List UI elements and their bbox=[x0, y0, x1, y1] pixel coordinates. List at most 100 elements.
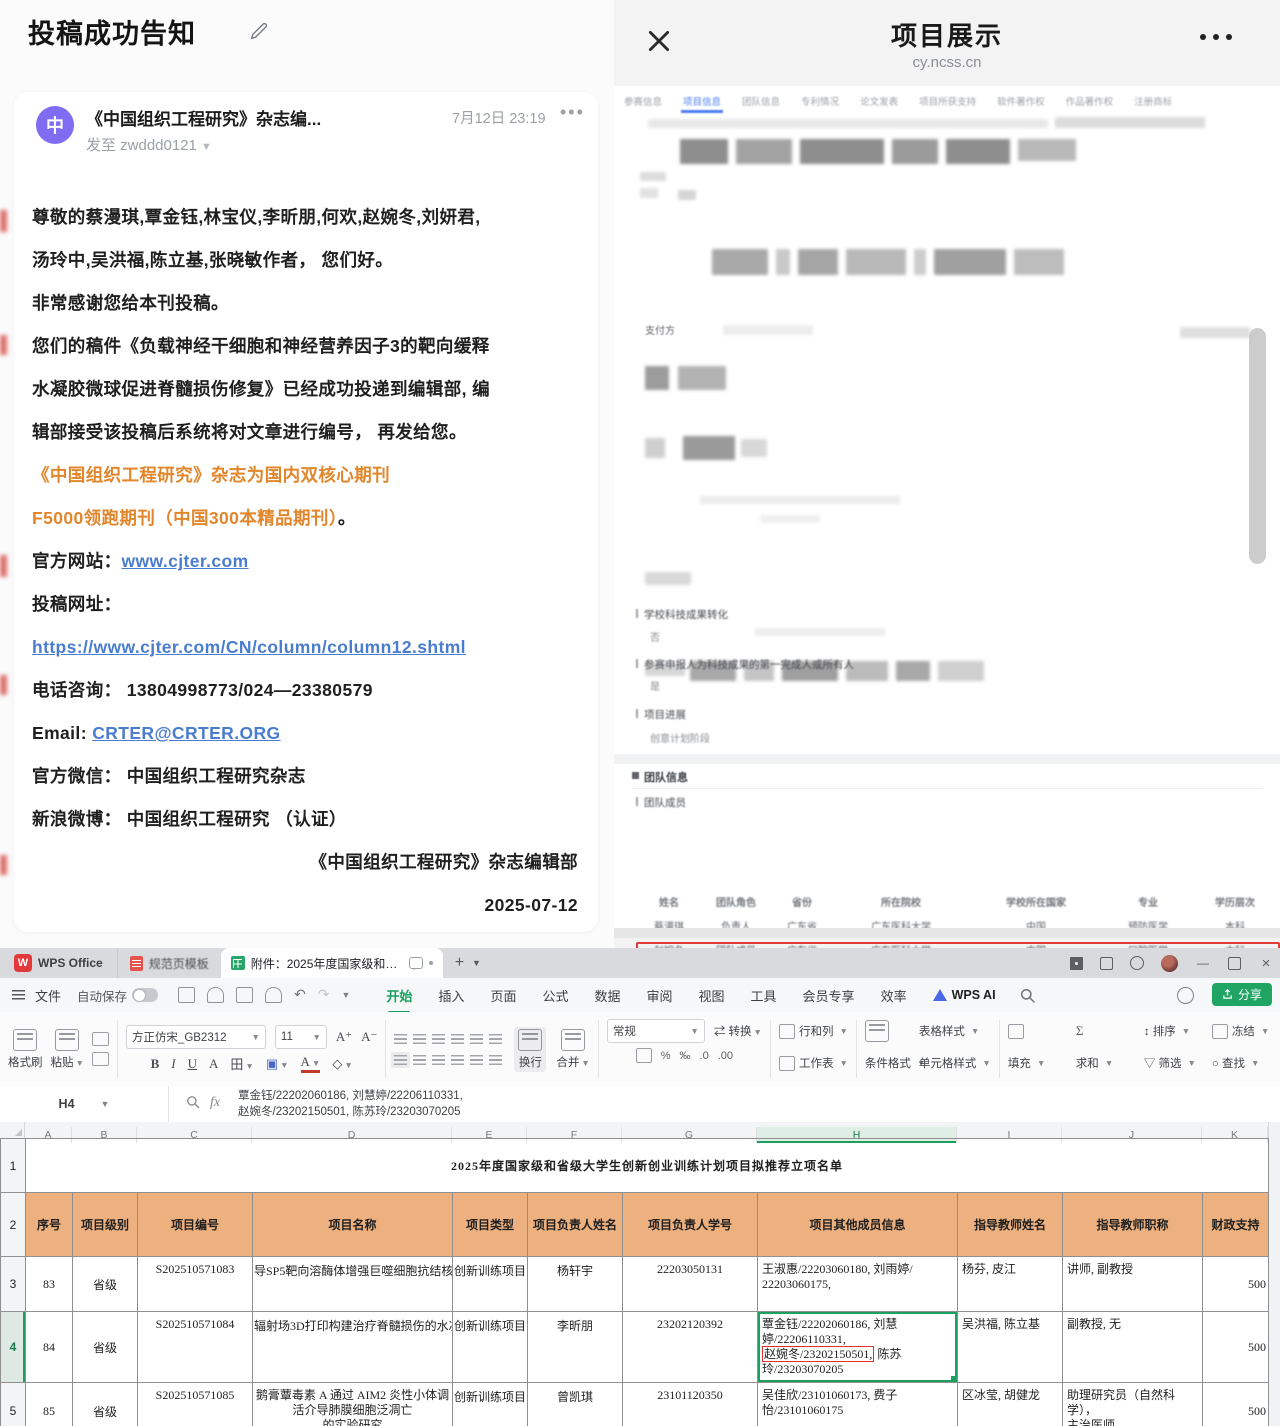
worksheet-button[interactable]: 工作表▼ bbox=[779, 1055, 848, 1071]
tab-项目所获支持[interactable]: 项目所获支持 bbox=[919, 88, 976, 113]
table-style-button[interactable]: 表格样式▼ bbox=[919, 1023, 991, 1039]
edit-title-icon[interactable] bbox=[248, 20, 270, 42]
menu-数据[interactable]: 数据 bbox=[594, 986, 620, 1005]
cell-r4cJ[interactable]: 副教授, 无 bbox=[1063, 1312, 1203, 1383]
cell-r4cE[interactable]: 创新训练项目 bbox=[453, 1312, 528, 1383]
tab-团队信息[interactable]: 团队信息 bbox=[742, 88, 780, 113]
cell-r3cH[interactable]: 王淑惠/22203060180, 刘雨婷/ 22203060175, bbox=[758, 1257, 958, 1312]
cell-r3cE[interactable]: 创新训练项目 bbox=[453, 1257, 528, 1312]
cell-r4cF[interactable]: 李昕朋 bbox=[528, 1312, 623, 1383]
merge-cells-button[interactable]: 合并▼ bbox=[556, 1029, 589, 1070]
select-all-corner[interactable] bbox=[0, 1122, 25, 1138]
font-size-select[interactable]: 11▼ bbox=[275, 1025, 327, 1049]
shrink-font-button[interactable]: A⁻ bbox=[361, 1029, 377, 1045]
cell-r5cB[interactable]: 省级 bbox=[73, 1383, 138, 1426]
cell-r5cA[interactable]: 85 bbox=[26, 1383, 73, 1426]
align-center-icon[interactable] bbox=[413, 1055, 426, 1065]
cell-r4cA[interactable]: 84 bbox=[26, 1312, 73, 1383]
cell-r4cH[interactable]: 覃金钰/22202060186, 刘慧婷/22206110331,赵婉冬/232… bbox=[758, 1312, 958, 1383]
menu-视图[interactable]: 视图 bbox=[699, 986, 725, 1005]
indent-increase-icon[interactable] bbox=[470, 1034, 483, 1044]
cell-r5cE[interactable]: 创新训练项目 bbox=[453, 1383, 528, 1426]
cell-reference-box[interactable]: H4▼ bbox=[0, 1086, 169, 1122]
sum-icon[interactable]: Σ bbox=[1076, 1023, 1084, 1039]
wps-ai-button[interactable]: WPS AI bbox=[933, 988, 996, 1002]
sort-button[interactable]: ↕ 排序▼ bbox=[1144, 1023, 1204, 1039]
cell-style-button[interactable]: 单元格样式▼ bbox=[919, 1055, 991, 1071]
format-painter-button[interactable]: 格式刷 bbox=[8, 1029, 43, 1070]
cut-icon[interactable] bbox=[92, 1032, 109, 1046]
menu-插入[interactable]: 插入 bbox=[438, 986, 464, 1005]
menu-会员专享[interactable]: 会员专享 bbox=[803, 986, 855, 1005]
currency-icon[interactable] bbox=[636, 1048, 652, 1063]
tab-list-chevron-icon[interactable]: ▼ bbox=[472, 958, 481, 968]
wps-home-tab[interactable]: W WPS Office bbox=[0, 948, 117, 978]
formula-content[interactable]: 覃金钰/22202060186, 刘慧婷/22206110331, 赵婉冬/23… bbox=[238, 1088, 958, 1120]
close-button[interactable]: × bbox=[1258, 955, 1274, 971]
new-tab-button[interactable]: + bbox=[455, 954, 464, 972]
indent-decrease-icon[interactable] bbox=[451, 1034, 464, 1044]
cell-r5cK[interactable]: 500 bbox=[1203, 1383, 1269, 1426]
sum-button[interactable]: 求和▼ bbox=[1076, 1055, 1136, 1071]
cell-r5cJ[interactable]: 助理研究员（自然科学）， 主治医师 bbox=[1063, 1383, 1203, 1426]
align-right-icon[interactable] bbox=[432, 1055, 445, 1065]
cell-r4cD[interactable]: 辐射场3D打印构建治疗脊髓损伤的水凝 bbox=[253, 1312, 453, 1383]
cell-r4cC[interactable]: S202510571084 bbox=[138, 1312, 253, 1383]
cell-r5cH[interactable]: 吴佳欣/23101060173, 费子怡/23101060175 bbox=[758, 1383, 958, 1426]
email-link[interactable]: https://www.cjter.com/CN/column/column12… bbox=[32, 637, 466, 657]
grow-font-button[interactable]: A⁺ bbox=[336, 1029, 352, 1045]
cell-r4cK[interactable]: 500 bbox=[1203, 1312, 1269, 1383]
menu-公式[interactable]: 公式 bbox=[542, 986, 568, 1005]
font-name-select[interactable]: 方正仿宋_GB2312▼ bbox=[126, 1025, 266, 1049]
hamburger-icon[interactable] bbox=[12, 990, 25, 1000]
cell-r3cF[interactable]: 杨轩宇 bbox=[528, 1257, 623, 1312]
fx-icon[interactable]: fx bbox=[210, 1095, 220, 1111]
align-bottom-icon[interactable] bbox=[432, 1034, 445, 1044]
cell-r4cI[interactable]: 吴洪福, 陈立基 bbox=[958, 1312, 1063, 1383]
sheet-col-财政支持[interactable]: 财政支持 bbox=[1203, 1193, 1269, 1257]
share-button[interactable]: 分享 bbox=[1212, 983, 1272, 1006]
tab-软件著作权[interactable]: 软件著作权 bbox=[997, 88, 1045, 113]
tab-参赛信息[interactable]: 参赛信息 bbox=[624, 88, 662, 113]
align-middle-icon[interactable] bbox=[413, 1034, 426, 1044]
email-link[interactable]: www.cjter.com bbox=[122, 551, 249, 571]
export-icon[interactable] bbox=[236, 987, 253, 1003]
sheet-col-指导教师职称[interactable]: 指导教师职称 bbox=[1063, 1193, 1203, 1257]
clear-format-button[interactable]: ◇▼ bbox=[332, 1056, 352, 1072]
copy-icon[interactable] bbox=[92, 1052, 109, 1066]
tab-论文发表[interactable]: 论文发表 bbox=[860, 88, 898, 113]
cell-r4cG[interactable]: 23202120392 bbox=[623, 1312, 758, 1383]
menu-工具[interactable]: 工具 bbox=[751, 986, 777, 1005]
sheet-col-项目编号[interactable]: 项目编号 bbox=[138, 1193, 253, 1257]
row-header-2[interactable]: 2 bbox=[1, 1193, 26, 1257]
fill-color-button[interactable]: ▣▼ bbox=[266, 1056, 289, 1072]
maximize-button[interactable] bbox=[1228, 957, 1241, 970]
percent-icon[interactable]: % bbox=[661, 1050, 671, 1062]
align-top-icon[interactable] bbox=[394, 1034, 407, 1044]
scrollbar-thumb[interactable] bbox=[1249, 328, 1266, 564]
cell-r5cF[interactable]: 曾凯琪 bbox=[528, 1383, 623, 1426]
minimize-button[interactable]: — bbox=[1195, 955, 1211, 971]
font-color-button[interactable]: A▼ bbox=[301, 1054, 321, 1073]
sheet-col-项目负责人学号[interactable]: 项目负责人学号 bbox=[623, 1193, 758, 1257]
cell-r3cG[interactable]: 22203050131 bbox=[623, 1257, 758, 1312]
cell-r3cI[interactable]: 杨芬, 皮江 bbox=[958, 1257, 1063, 1312]
row-header-4[interactable]: 4 bbox=[1, 1312, 26, 1383]
cell-r3cA[interactable]: 83 bbox=[26, 1257, 73, 1312]
file-menu[interactable]: 文件 bbox=[35, 986, 61, 1005]
email-link[interactable]: CRTER@CRTER.ORG bbox=[92, 723, 280, 743]
cell-r3cB[interactable]: 省级 bbox=[73, 1257, 138, 1312]
cell-r4cB[interactable]: 省级 bbox=[73, 1312, 138, 1383]
distribute-icon[interactable] bbox=[470, 1055, 483, 1065]
search-icon[interactable] bbox=[1020, 988, 1035, 1003]
row-header-3[interactable]: 3 bbox=[1, 1257, 26, 1312]
history-clock-icon[interactable] bbox=[1177, 987, 1194, 1004]
number-format-select[interactable]: 常规▼ bbox=[607, 1019, 705, 1043]
cell-r5cC[interactable]: S202510571085 bbox=[138, 1383, 253, 1426]
bold-button[interactable]: B bbox=[151, 1056, 160, 1072]
cell-r3cC[interactable]: S202510571083 bbox=[138, 1257, 253, 1312]
cell-r3cK[interactable]: 500 bbox=[1203, 1257, 1269, 1312]
conditional-format-button[interactable]: 条件格式▼ bbox=[865, 1055, 911, 1071]
doc-tab[interactable]: 规范页模板 bbox=[117, 948, 221, 978]
formula-search-icon[interactable] bbox=[186, 1095, 200, 1109]
